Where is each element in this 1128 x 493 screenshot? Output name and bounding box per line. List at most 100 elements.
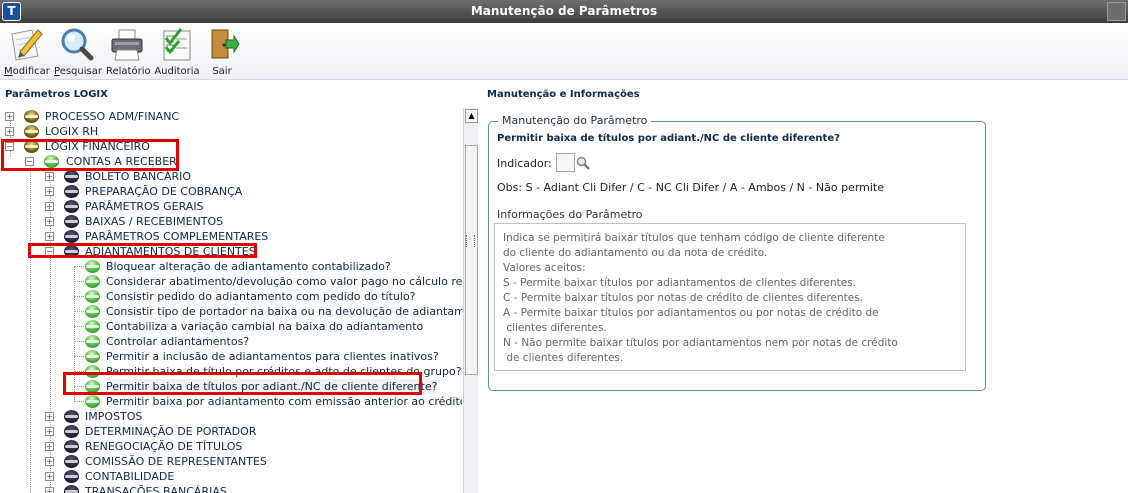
tree-folder-item[interactable]: + COMISSÃO DE REPRESENTANTES: [0, 454, 462, 469]
tree-item-label: IMPOSTOS: [85, 410, 143, 423]
modificar-button[interactable]: Modificar: [4, 26, 50, 78]
tree-folder-item[interactable]: + DETERMINAÇÃO DE PORTADOR: [0, 424, 462, 439]
tree-parameter-item[interactable]: Permitir a inclusão de adiantamentos par…: [0, 349, 462, 364]
indicator-options-note: Obs: S - Adiant Cli Difer / C - NC Cli D…: [497, 181, 885, 194]
zoom-search-icon[interactable]: [576, 156, 590, 170]
expand-icon[interactable]: +: [45, 487, 54, 493]
tree-item-label: Consistir pedido do adiantamento com ped…: [106, 290, 416, 303]
folder-node-icon: [64, 200, 79, 213]
expand-icon[interactable]: +: [5, 112, 14, 121]
tree-item-label: Contabiliza a variação cambial na baixa …: [106, 320, 424, 333]
tree-parameter-item[interactable]: Considerar abatimento/devolução como val…: [0, 274, 462, 289]
auditoria-label: Auditoria: [154, 66, 200, 77]
parameter-node-icon: [85, 395, 100, 408]
expand-icon[interactable]: +: [45, 232, 54, 241]
tree-item-label: Considerar abatimento/devolução como val…: [106, 275, 462, 288]
tree-folder-item[interactable]: + PARÂMETROS GERAIS: [0, 199, 462, 214]
left-panel-title: Parâmetros LOGIX: [5, 89, 108, 100]
right-panel-title: Manutenção e Informações: [487, 89, 640, 100]
tree-scrollbar[interactable]: ▲: [463, 108, 478, 493]
toolbar: Modificar Pesquisar Relatório Auditoria: [0, 23, 1128, 80]
indicator-label: Indicador:: [497, 157, 552, 170]
expand-icon[interactable]: +: [45, 457, 54, 466]
tree-folder-item[interactable]: + PREPARAÇÃO DE COBRANÇA: [0, 184, 462, 199]
tree-item-label: BAIXAS / RECEBIMENTOS: [85, 215, 224, 228]
magnifier-icon: [61, 28, 94, 61]
sair-button[interactable]: Sair: [204, 26, 240, 78]
tree-folder-item[interactable]: + IMPOSTOS: [0, 409, 462, 424]
info-label: Informações do Parâmetro: [497, 208, 643, 221]
folder-node-icon: [24, 110, 39, 123]
tree-item-label: BOLETO BANCÁRIO: [85, 170, 192, 183]
tree-item-label: RENEGOCIAÇÃO DE TÍTULOS: [85, 440, 243, 453]
tree-item-label: Controlar adiantamentos?: [106, 335, 250, 348]
expand-icon[interactable]: +: [45, 217, 54, 226]
tree-item-label: Bloquear alteração de adiantamento conta…: [106, 260, 391, 273]
tree-item-label: CONTABILIDADE: [85, 470, 175, 483]
tree-folder-item[interactable]: + PROCESSO ADM/FINANC: [0, 109, 462, 124]
folder-node-icon: [64, 410, 79, 423]
tree-item-label: Permitir baixa por adiantamento com emis…: [106, 395, 462, 408]
tree-item-label: Consistir tipo de portador na baixa ou n…: [106, 305, 462, 318]
expand-icon[interactable]: +: [45, 472, 54, 481]
folder-node-icon: [64, 425, 79, 438]
parameter-info-text: Indica se permitirá baixar títulos que t…: [494, 223, 966, 371]
tree-folder-item[interactable]: + PARÂMETROS COMPLEMENTARES: [0, 229, 462, 244]
tree-parameter-item[interactable]: Consistir pedido do adiantamento com ped…: [0, 289, 462, 304]
highlight-box-selected-param: [63, 372, 422, 395]
parameter-node-icon: [85, 335, 100, 348]
indicator-input[interactable]: [556, 153, 575, 172]
folder-node-icon: [64, 215, 79, 228]
auditoria-button[interactable]: Auditoria: [154, 26, 200, 78]
sair-label: Sair: [212, 66, 232, 77]
expand-icon[interactable]: +: [45, 412, 54, 421]
pesquisar-button[interactable]: Pesquisar: [54, 26, 102, 78]
folder-node-icon: [64, 170, 79, 183]
expand-icon[interactable]: +: [45, 427, 54, 436]
expand-icon[interactable]: +: [45, 187, 54, 196]
tree-parameter-item[interactable]: Bloquear alteração de adiantamento conta…: [0, 259, 462, 274]
parameter-node-icon: [85, 350, 100, 363]
tree-item-label: TRANSAÇÕES BANCÁRIAS: [85, 485, 227, 493]
parameter-question: Permitir baixa de títulos por adiant./NC…: [497, 133, 840, 144]
parameter-node-icon: [85, 290, 100, 303]
tree-parameter-item[interactable]: Controlar adiantamentos?: [0, 334, 462, 349]
tree-item-label: Permitir a inclusão de adiantamentos par…: [106, 350, 439, 363]
printer-icon: [111, 29, 143, 61]
folder-node-icon: [24, 125, 39, 138]
tree-folder-item[interactable]: + RENEGOCIAÇÃO DE TÍTULOS: [0, 439, 462, 454]
groupbox-title: Manutenção do Parâmetro: [498, 114, 652, 127]
expand-icon[interactable]: +: [45, 172, 54, 181]
folder-node-icon: [64, 455, 79, 468]
tree-folder-item[interactable]: + TRANSAÇÕES BANCÁRIAS: [0, 484, 462, 493]
scroll-up-arrow-icon[interactable]: ▲: [465, 109, 478, 123]
exit-door-icon: [211, 29, 240, 59]
tree-parameter-item[interactable]: Consistir tipo de portador na baixa ou n…: [0, 304, 462, 319]
scrollbar-thumb[interactable]: [465, 145, 478, 375]
tree-item-label: PREPARAÇÃO DE COBRANÇA: [85, 185, 243, 198]
tree-folder-item[interactable]: + BAIXAS / RECEBIMENTOS: [0, 214, 462, 229]
relatorio-button[interactable]: Relatório: [106, 26, 151, 78]
expand-icon[interactable]: +: [45, 202, 54, 211]
tree-item-label: COMISSÃO DE REPRESENTANTES: [85, 455, 267, 468]
window-control-button[interactable]: [1107, 2, 1126, 21]
folder-node-icon: [64, 440, 79, 453]
folder-node-icon: [64, 185, 79, 198]
relatorio-label: Relatório: [106, 66, 151, 77]
tree-parameter-item[interactable]: Permitir baixa por adiantamento com emis…: [0, 394, 462, 409]
tree-folder-item[interactable]: + CONTABILIDADE: [0, 469, 462, 484]
panel-splitter-handle[interactable]: [466, 235, 475, 247]
parameter-node-icon: [85, 320, 100, 333]
expand-icon[interactable]: +: [45, 442, 54, 451]
parameter-node-icon: [85, 275, 100, 288]
modificar-label: Modificar: [4, 66, 50, 77]
window-title: Manutenção de Parâmetros: [470, 4, 658, 18]
expand-icon[interactable]: +: [5, 127, 14, 136]
folder-node-icon: [64, 485, 79, 493]
tree-item-label: DETERMINAÇÃO DE PORTADOR: [85, 425, 257, 438]
tree-folder-item[interactable]: + BOLETO BANCÁRIO: [0, 169, 462, 184]
tree-parameter-item[interactable]: Contabiliza a variação cambial na baixa …: [0, 319, 462, 334]
tree-item-label: LOGIX RH: [45, 125, 99, 138]
tree-folder-item[interactable]: + LOGIX RH: [0, 124, 462, 139]
tree-item-label: PROCESSO ADM/FINANC: [45, 110, 180, 123]
